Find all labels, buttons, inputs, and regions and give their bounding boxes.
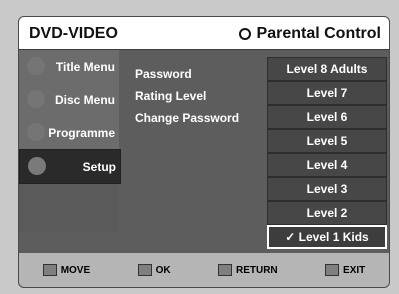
screen: DVD-VIDEO Parental Control Title Menu Di… bbox=[0, 0, 399, 294]
level-6[interactable]: Level 6 bbox=[267, 105, 387, 129]
footer-bar: MOVE OK RETURN EXIT bbox=[19, 253, 389, 287]
section-title: Parental Control bbox=[238, 25, 381, 43]
menu-title: DVD-VIDEO bbox=[29, 25, 118, 42]
menu-header: DVD-VIDEO Parental Control bbox=[19, 17, 389, 50]
sidebar-item-label: Disc Menu bbox=[54, 92, 115, 107]
move-icon bbox=[42, 264, 57, 276]
sidebar-item-title-menu[interactable]: Title Menu bbox=[19, 50, 119, 83]
level-2[interactable]: Level 2 bbox=[267, 201, 387, 225]
level-4[interactable]: Level 4 bbox=[267, 153, 387, 177]
rating-level-list: Level 8 Adults Level 7 Level 6 Level 5 L… bbox=[267, 57, 387, 249]
sidebar: Title Menu Disc Menu Programme Setup bbox=[19, 50, 121, 232]
move-hint: MOVE bbox=[42, 264, 91, 276]
circle-icon bbox=[238, 28, 251, 40]
programme-icon bbox=[27, 123, 45, 141]
sidebar-item-disc-menu[interactable]: Disc Menu bbox=[19, 83, 119, 116]
level-7[interactable]: Level 7 bbox=[267, 81, 387, 105]
return-label: RETURN bbox=[235, 264, 278, 276]
disc-menu-icon bbox=[27, 90, 45, 108]
ok-label: OK bbox=[155, 264, 171, 276]
return-icon bbox=[217, 264, 232, 276]
password-label[interactable]: Password bbox=[135, 67, 192, 81]
sidebar-item-programme[interactable]: Programme bbox=[19, 116, 119, 149]
ok-hint: OK bbox=[137, 264, 171, 276]
gear-icon bbox=[28, 157, 46, 175]
section-title-text: Parental Control bbox=[256, 25, 381, 42]
exit-icon bbox=[325, 264, 340, 276]
return-hint: RETURN bbox=[217, 264, 278, 276]
level-3[interactable]: Level 3 bbox=[267, 177, 387, 201]
level-8-adults[interactable]: Level 8 Adults bbox=[267, 57, 387, 81]
sidebar-item-label: Title Menu bbox=[55, 59, 115, 74]
exit-hint: EXIT bbox=[325, 264, 365, 276]
sidebar-item-label: Programme bbox=[48, 125, 115, 140]
move-label: MOVE bbox=[60, 264, 91, 276]
change-password-label[interactable]: Change Password bbox=[135, 111, 239, 125]
rating-level-label[interactable]: Rating Level bbox=[135, 89, 206, 103]
sidebar-item-label: Setup bbox=[82, 159, 116, 174]
title-menu-icon bbox=[27, 57, 45, 75]
dvd-menu-window: DVD-VIDEO Parental Control Title Menu Di… bbox=[18, 16, 390, 288]
level-1-kids[interactable]: ✓ Level 1 Kids bbox=[267, 225, 387, 249]
sidebar-item-setup[interactable]: Setup bbox=[19, 149, 121, 184]
exit-label: EXIT bbox=[343, 264, 366, 276]
ok-icon bbox=[137, 264, 152, 276]
level-5[interactable]: Level 5 bbox=[267, 129, 387, 153]
